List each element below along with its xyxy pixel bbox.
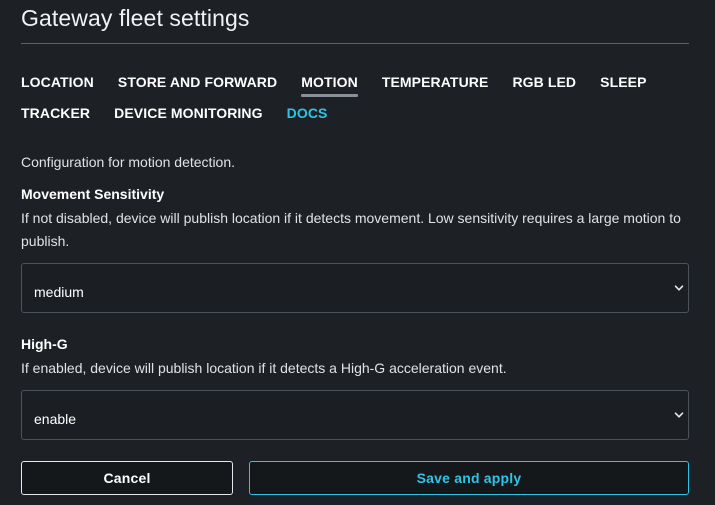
tab-rgb-led[interactable]: RGB LED: [512, 73, 576, 104]
form-actions: Cancel Save and apply: [21, 461, 689, 495]
high-g-section: High-G If enabled, device will publish l…: [21, 335, 689, 440]
page-title: Gateway fleet settings: [21, 5, 250, 31]
movement-sensitivity-select[interactable]: medium: [21, 263, 689, 313]
chevron-down-icon: [673, 409, 685, 421]
title-divider: [21, 43, 689, 44]
tab-device-monitoring[interactable]: DEVICE MONITORING: [114, 104, 262, 135]
settings-page: Gateway fleet settings LOCATION STORE AN…: [0, 0, 715, 505]
tab-temperature[interactable]: TEMPERATURE: [382, 73, 489, 104]
movement-sensitivity-label: Movement Sensitivity: [21, 186, 165, 202]
tab-sleep[interactable]: SLEEP: [600, 73, 646, 104]
save-and-apply-button[interactable]: Save and apply: [249, 461, 689, 495]
tab-motion[interactable]: MOTION: [301, 73, 358, 104]
movement-sensitivity-value: medium: [34, 284, 84, 300]
high-g-value: enable: [34, 411, 77, 427]
high-g-label: High-G: [21, 336, 68, 352]
tab-tracker[interactable]: TRACKER: [21, 104, 90, 135]
settings-tabs: LOCATION STORE AND FORWARD MOTION TEMPER…: [21, 73, 689, 135]
tab-location[interactable]: LOCATION: [21, 73, 94, 104]
cancel-button[interactable]: Cancel: [21, 461, 233, 495]
high-g-select[interactable]: enable: [21, 390, 689, 440]
movement-sensitivity-help: If not disabled, device will publish loc…: [21, 210, 681, 249]
tab-docs-link[interactable]: DOCS: [287, 104, 328, 135]
section-description: Configuration for motion detection.: [21, 154, 236, 170]
tab-store-and-forward[interactable]: STORE AND FORWARD: [118, 73, 277, 104]
high-g-help: If enabled, device will publish location…: [21, 360, 507, 376]
chevron-down-icon: [673, 282, 685, 294]
